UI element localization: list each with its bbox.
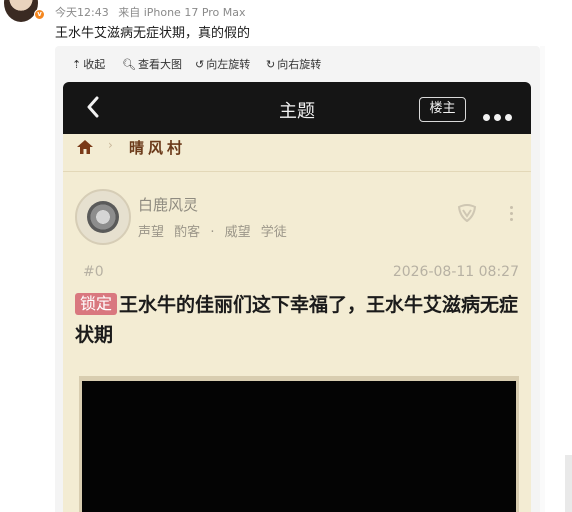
stat-separator: · <box>210 225 215 240</box>
view-large-label: 查看大图 <box>137 58 182 71</box>
magnify-icon: 🔍︎ <box>122 58 136 71</box>
floor-number: #0 <box>83 264 104 280</box>
thread-title-block: 锁定 王水牛的佳丽们这下幸福了，王水牛艾滋病无症状期 <box>75 290 525 350</box>
medal-badge-icon <box>457 204 477 222</box>
rotate-right-button[interactable]: ↻ 向右旋转 <box>266 56 321 72</box>
attached-image[interactable]: 主题 楼主 › 晴风村 白鹿风灵 声望 酌客 · 威望 学徒 #0 2026-0… <box>55 82 540 512</box>
locked-badge: 锁定 <box>75 293 118 315</box>
breadcrumb-separator-icon: › <box>108 138 113 152</box>
reputation-label: 声望 <box>138 225 165 240</box>
reputation-value: 酌客 <box>174 225 201 240</box>
collapse-button[interactable]: ⇡ 收起 <box>72 56 105 72</box>
post-time: 今天12:43 <box>55 6 109 19</box>
rotate-left-label: 向左旋转 <box>206 58 251 71</box>
post-image-frame <box>79 376 519 512</box>
author-avatar[interactable] <box>75 189 131 245</box>
author-avatar-image <box>87 201 119 233</box>
rotate-right-label: 向右旋转 <box>277 58 322 71</box>
post-source: 来自 iPhone 17 Pro Max <box>118 6 246 19</box>
scroll-edge <box>565 455 572 512</box>
author-stats: 声望 酌客 · 威望 学徒 <box>138 221 287 240</box>
rotate-left-icon: ↺ <box>195 58 205 71</box>
collapse-icon: ⇡ <box>72 58 82 71</box>
forum-page: › 晴风村 白鹿风灵 声望 酌客 · 威望 学徒 #0 2026-08-11 0… <box>63 134 531 512</box>
verified-badge-icon: v <box>34 9 44 20</box>
prestige-label: 威望 <box>224 225 251 240</box>
post-date: 2026-08-11 08:27 <box>392 264 519 280</box>
view-large-button[interactable]: 🔍︎ 查看大图 <box>122 56 182 72</box>
post-image[interactable] <box>82 381 516 512</box>
panel-edge <box>540 46 545 512</box>
author-name[interactable]: 白鹿风灵 <box>138 194 198 215</box>
poster-avatar[interactable]: v <box>0 0 44 24</box>
post-menu-icon[interactable] <box>510 206 514 224</box>
forum-topbar: 主题 楼主 <box>63 82 531 134</box>
rotate-right-icon: ↻ <box>266 58 276 71</box>
post-text: 王水牛艾滋病无症状期，真的假的 <box>55 26 251 41</box>
thread-title: 王水牛的佳丽们这下幸福了，王水牛艾滋病无症状期 <box>75 294 519 346</box>
collapse-label: 收起 <box>83 58 106 71</box>
home-icon[interactable] <box>77 140 93 154</box>
more-options-icon[interactable] <box>483 106 516 125</box>
image-toolbar: ⇡ 收起 🔍︎ 查看大图 ↺ 向左旋转 ↻ 向右旋转 <box>55 46 540 82</box>
avatar-photo <box>4 0 38 22</box>
breadcrumb: › 晴风村 <box>63 134 531 172</box>
prestige-value: 学徒 <box>260 225 287 240</box>
owner-only-button[interactable]: 楼主 <box>419 97 466 122</box>
rotate-left-button[interactable]: ↺ 向左旋转 <box>195 56 250 72</box>
post-meta: 今天12:43 来自 iPhone 17 Pro Max <box>55 4 246 20</box>
breadcrumb-board[interactable]: 晴风村 <box>129 137 186 158</box>
